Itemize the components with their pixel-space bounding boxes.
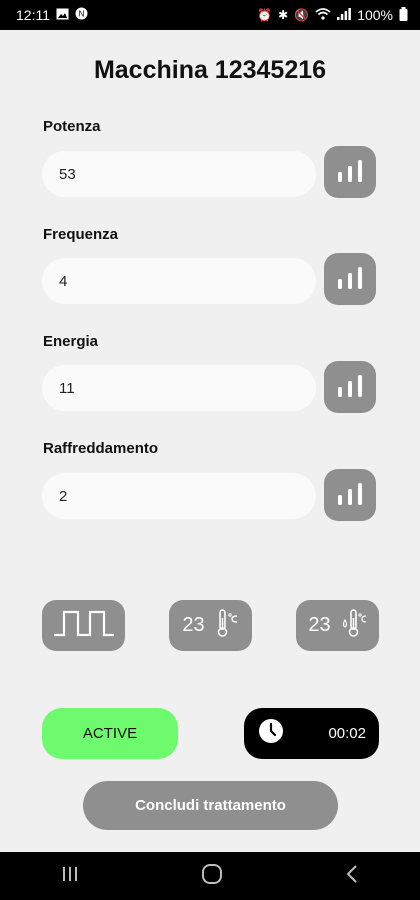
status-bar: 12:11 N ⏰ ✱ 🔇 100% [0, 0, 420, 30]
notification-icon: N [75, 7, 88, 23]
temperature-value: 23 [308, 614, 331, 636]
raffreddamento-levels-button[interactable] [324, 469, 376, 521]
raffreddamento-input[interactable] [42, 473, 316, 519]
alarm-icon: ⏰ [257, 8, 273, 22]
potenza-input[interactable] [42, 151, 316, 197]
signal-bars-icon [335, 373, 365, 402]
active-label: ACTIVE [82, 725, 138, 742]
end-treatment-label: Concludi trattamento [135, 797, 286, 814]
temperature-value: 23 [182, 614, 205, 636]
battery-icon [399, 6, 408, 24]
end-treatment-button[interactable]: Concludi trattamento [83, 781, 338, 830]
wifi-icon [315, 7, 331, 23]
thermometer-drop-icon [341, 608, 367, 644]
timer: 00:02 [244, 708, 379, 759]
param-label-frequenza: Frequenza [43, 226, 119, 243]
image-icon [56, 7, 69, 23]
page-title: Macchina 12345216 [93, 56, 327, 84]
energia-input[interactable] [42, 365, 316, 411]
temperature-drop-button[interactable]: 23 [296, 600, 379, 651]
navigation-bar [0, 852, 420, 900]
home-icon[interactable] [201, 863, 223, 890]
param-label-energia: Energia [43, 333, 99, 350]
param-label-raffreddamento: Raffreddamento [43, 440, 159, 457]
active-status-button[interactable]: ACTIVE [42, 708, 178, 759]
potenza-levels-button[interactable] [324, 146, 376, 198]
signal-bars-icon [335, 158, 365, 187]
back-icon[interactable] [345, 864, 359, 889]
pulse-mode-button[interactable] [42, 600, 125, 651]
bluetooth-icon: ✱ [278, 8, 289, 22]
battery-label: 100% [357, 7, 393, 23]
frequenza-levels-button[interactable] [324, 253, 376, 305]
recents-icon[interactable] [61, 865, 79, 888]
signal-bars-icon [335, 265, 365, 294]
clock-icon [258, 718, 284, 749]
signal-bars-icon [335, 481, 365, 510]
mute-icon: 🔇 [294, 8, 310, 22]
square-wave-icon [52, 609, 116, 643]
energia-levels-button[interactable] [324, 361, 376, 413]
signal-icon [337, 7, 352, 23]
status-time: 12:11 [16, 7, 50, 23]
frequenza-input[interactable] [42, 258, 316, 304]
svg-text:N: N [79, 10, 85, 19]
timer-value: 00:02 [328, 725, 366, 742]
param-label-potenza: Potenza [43, 118, 101, 135]
thermometer-celsius-icon [215, 608, 239, 644]
temperature-celsius-button[interactable]: 23 [169, 600, 252, 651]
